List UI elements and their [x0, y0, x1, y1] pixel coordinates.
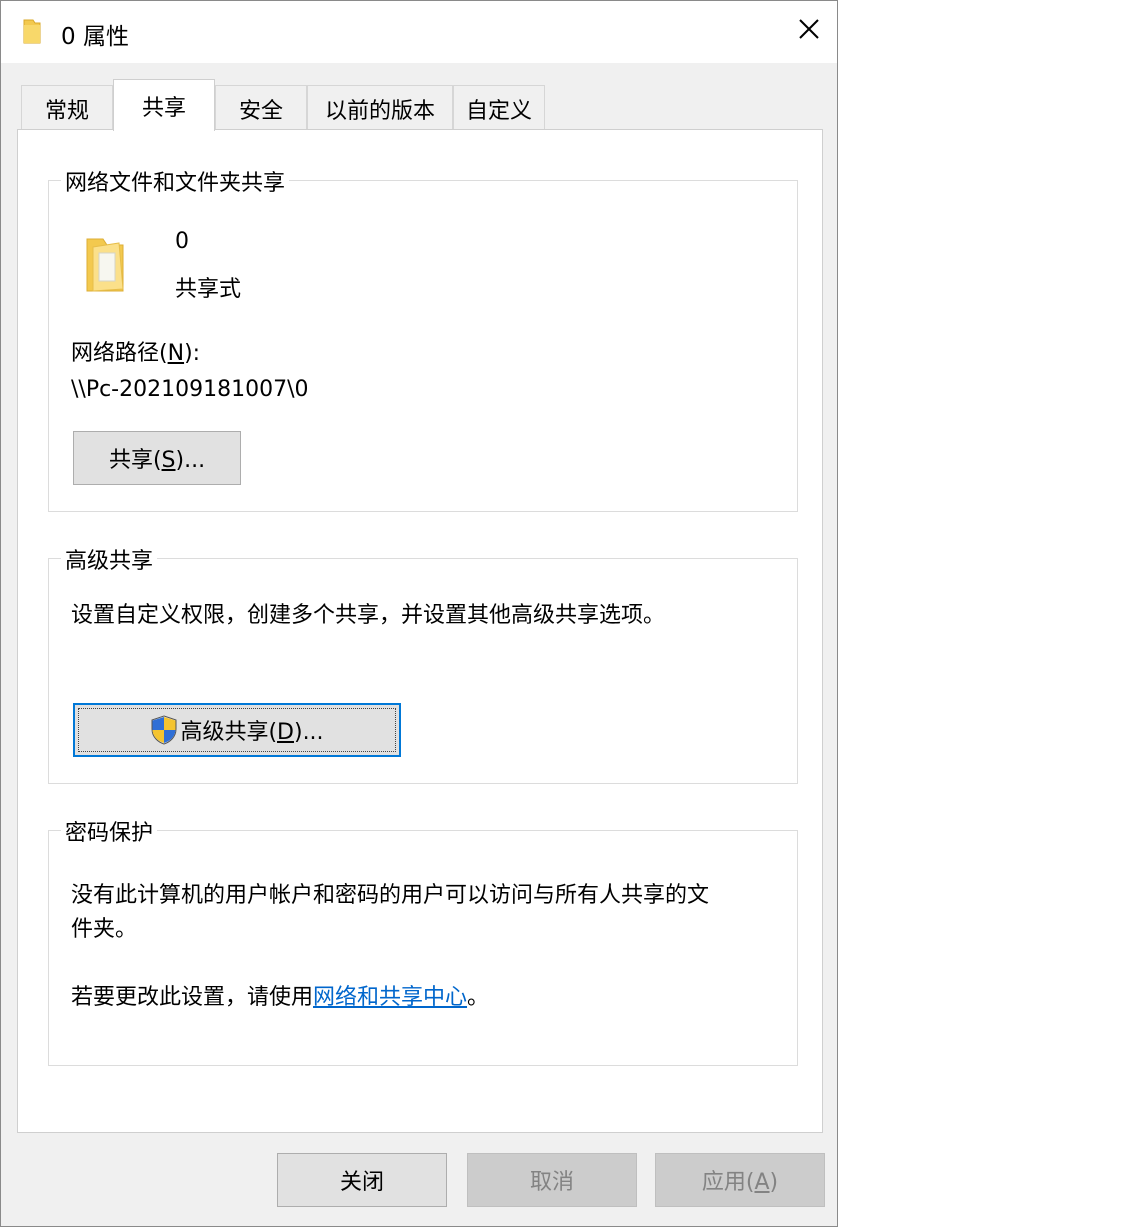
- folder-name: 0: [175, 229, 189, 254]
- advanced-share-description: 设置自定义权限，创建多个共享，并设置其他高级共享选项。: [71, 603, 666, 628]
- password-description-line1: 没有此计算机的用户帐户和密码的用户可以访问与所有人共享的文: [71, 883, 710, 908]
- close-button[interactable]: 关闭: [277, 1153, 447, 1207]
- apply-button[interactable]: 应用(A): [655, 1153, 825, 1207]
- advanced-share-button[interactable]: 高级共享(D)...: [73, 703, 401, 757]
- properties-dialog: 0 属性 常规 共享 安全 以前的版本 自定义 网络文件和文件夹共享 0 共享式…: [0, 0, 838, 1227]
- tab-previous-versions[interactable]: 以前的版本: [307, 85, 453, 131]
- share-status: 共享式: [175, 277, 242, 302]
- advanced-share-legend: 高级共享: [61, 543, 158, 575]
- tab-sharing[interactable]: 共享: [113, 79, 215, 131]
- share-button-label: 共享(S)...: [108, 448, 206, 473]
- tab-customize[interactable]: 自定义: [453, 85, 545, 131]
- shared-folder-icon: [83, 233, 131, 299]
- uac-shield-icon: [150, 715, 178, 745]
- window-title: 0 属性: [61, 24, 129, 50]
- network-path-label: 网络路径(N):: [71, 341, 201, 366]
- title-bar: 0 属性: [1, 1, 837, 63]
- network-share-group: 网络文件和文件夹共享 0 共享式 网络路径(N): \\Pc-202109181…: [48, 165, 798, 512]
- network-path-value: \\Pc-202109181007\0: [71, 377, 309, 402]
- advanced-share-group: 高级共享 设置自定义权限，创建多个共享，并设置其他高级共享选项。 高级共享(D)…: [48, 543, 798, 784]
- network-sharing-center-link[interactable]: 网络和共享中心: [313, 985, 467, 1010]
- password-protection-legend: 密码保护: [61, 815, 158, 847]
- share-button[interactable]: 共享(S)...: [73, 431, 241, 485]
- advanced-share-button-label: 高级共享(D)...: [180, 720, 324, 745]
- tab-general[interactable]: 常规: [21, 85, 113, 131]
- close-icon: [798, 18, 820, 44]
- change-setting-text: 若要更改此设置，请使用网络和共享中心。: [71, 985, 490, 1010]
- password-protection-group: 密码保护 没有此计算机的用户帐户和密码的用户可以访问与所有人共享的文 件夹。 若…: [48, 815, 798, 1066]
- folder-icon: [21, 17, 43, 45]
- sharing-tab-panel: 网络文件和文件夹共享 0 共享式 网络路径(N): \\Pc-202109181…: [17, 129, 823, 1133]
- password-description-line2: 件夹。: [71, 917, 138, 942]
- cancel-button[interactable]: 取消: [467, 1153, 637, 1207]
- close-window-button[interactable]: [781, 9, 837, 53]
- network-share-legend: 网络文件和文件夹共享: [61, 165, 290, 197]
- tab-security[interactable]: 安全: [215, 85, 307, 131]
- apply-button-label: 应用(A): [701, 1170, 779, 1195]
